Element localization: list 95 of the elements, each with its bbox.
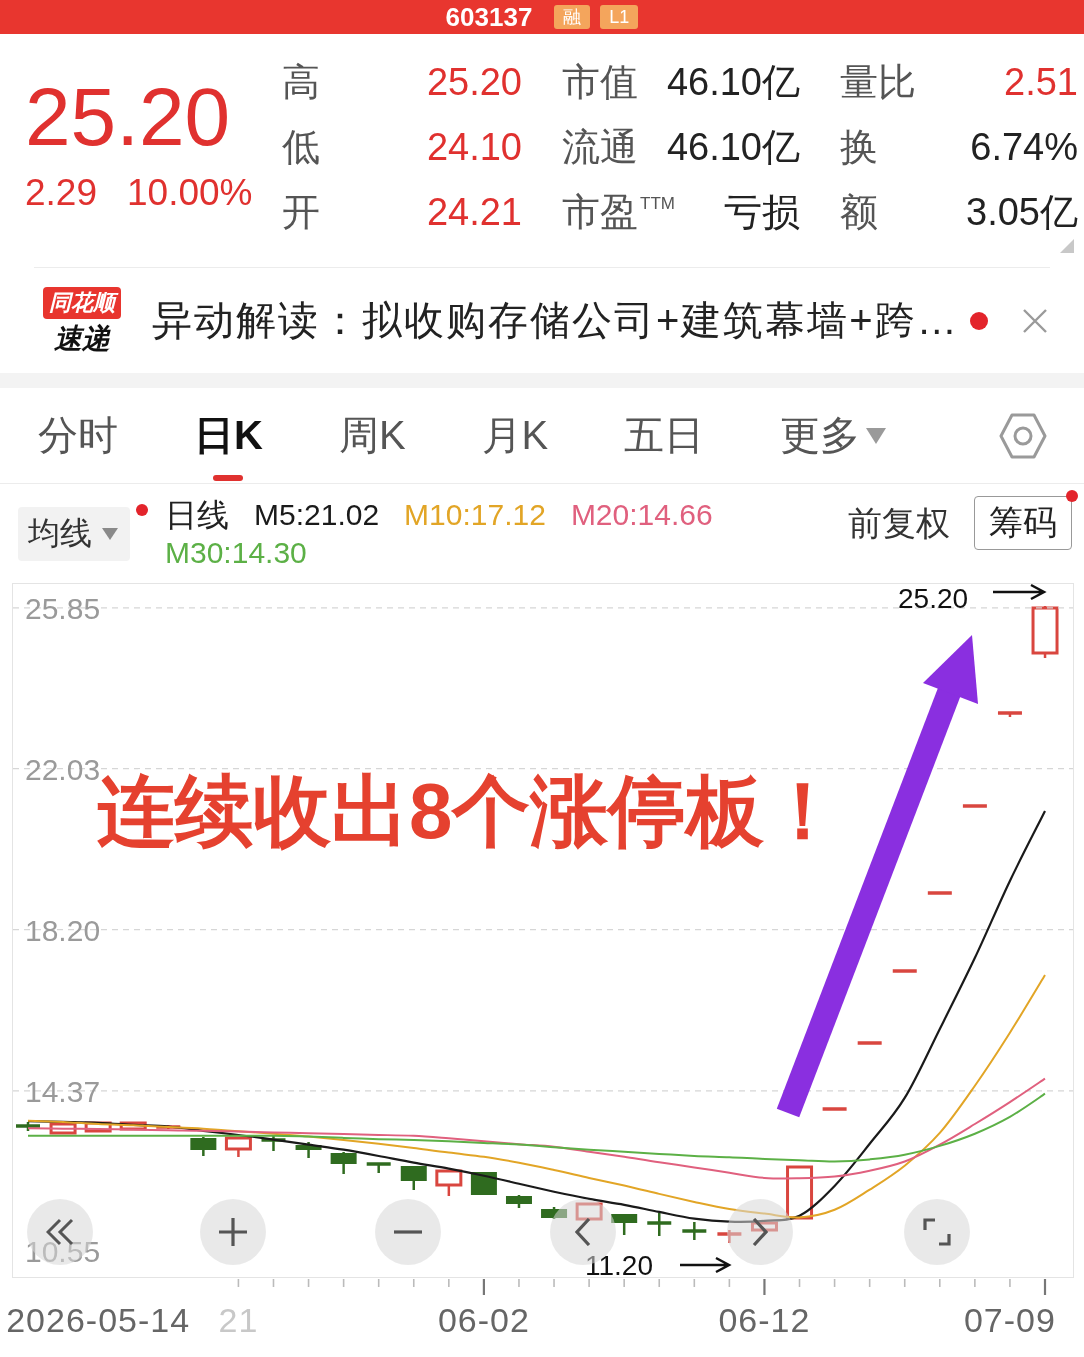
high-price-label: 25.20 — [898, 583, 969, 614]
candle — [962, 804, 987, 808]
candle — [190, 1137, 217, 1156]
chevron-left-icon — [575, 1218, 591, 1246]
moving-average-value: M5:21.02 — [254, 497, 380, 533]
caret-icon — [866, 427, 887, 444]
candle — [541, 1207, 568, 1219]
status-tag: L1 — [600, 5, 639, 29]
stat-value: 6.74% — [970, 126, 1078, 169]
brand-tag: 同花顺 — [43, 286, 121, 319]
stat-value: 24.10 — [426, 126, 522, 169]
low-price-label: 11.20 — [585, 1250, 653, 1281]
stat-label: 低 — [282, 125, 320, 170]
candle — [261, 1135, 286, 1151]
status-tag: 融 — [554, 5, 591, 29]
candle — [49, 1122, 77, 1135]
moving-average-value: M20:14.66 — [570, 497, 713, 533]
candle — [400, 1166, 427, 1190]
axis-label: 22.03 — [25, 752, 101, 786]
stat-label: 高 — [282, 60, 320, 105]
candle — [927, 891, 952, 895]
stat-value: 25.20 — [426, 61, 522, 104]
date-label: 2026-05-14 — [6, 1301, 191, 1339]
candle — [857, 1041, 882, 1045]
candle — [717, 1230, 742, 1243]
close-icon[interactable] — [1022, 307, 1048, 334]
tab[interactable]: 周K — [338, 388, 406, 483]
feed-label: 速递 — [54, 322, 110, 355]
candle — [682, 1222, 707, 1240]
axis-label: 25.85 — [25, 591, 101, 625]
candle — [611, 1214, 638, 1235]
period-label: 日线 — [165, 496, 229, 534]
price-change: 2.29 — [25, 171, 97, 215]
stat-value: 3.05亿 — [966, 190, 1078, 235]
chips-button[interactable]: 筹码 — [974, 496, 1072, 550]
percent-change: 10.00% — [127, 171, 253, 215]
stat-label: 开 — [282, 190, 320, 235]
stat-label: 换 — [840, 125, 878, 170]
axis-label: 18.20 — [25, 913, 101, 947]
candle — [786, 1165, 814, 1220]
candle — [892, 969, 917, 973]
settings-icon[interactable] — [999, 411, 1047, 460]
candle — [366, 1162, 391, 1173]
stat-value: 46.10亿 — [666, 125, 800, 170]
stat-value: 亏损 — [724, 190, 800, 235]
date-label: 06-12 — [718, 1301, 811, 1339]
candle — [1031, 606, 1059, 658]
next-button[interactable] — [727, 1199, 793, 1265]
axis-label: 10.55 — [25, 1235, 101, 1269]
stat-value: 2.51 — [1004, 61, 1078, 104]
news-headline[interactable]: 异动解读：拟收购存储公司+建筑幕墙+跨… — [152, 293, 959, 348]
candle — [506, 1195, 532, 1208]
candle — [224, 1136, 252, 1157]
caret-icon — [102, 528, 118, 540]
date-label: 07-09 — [963, 1301, 1056, 1339]
tab[interactable]: 更多 — [780, 388, 887, 483]
stat-label: 市盈$^{TTM}$ — [562, 190, 675, 235]
tab[interactable]: 分时 — [38, 388, 118, 483]
moving-average-value: M10:17.12 — [404, 497, 546, 533]
tab[interactable]: 月K — [481, 388, 549, 483]
date-label: 06-02 — [437, 1301, 530, 1339]
candle — [119, 1121, 147, 1131]
candle — [156, 1125, 181, 1129]
stat-label: 量比 — [840, 60, 916, 105]
moving-average-value: M30:14.30 — [165, 535, 307, 571]
indicator-selector[interactable]: 均线 — [18, 507, 130, 561]
candle — [435, 1169, 463, 1196]
candle — [750, 1221, 778, 1234]
candle — [822, 1107, 847, 1111]
candle — [575, 1202, 603, 1221]
candle — [470, 1172, 497, 1195]
candle — [84, 1121, 112, 1133]
axis-label: 14.37 — [25, 1074, 101, 1108]
stat-label: 市值 — [562, 60, 638, 105]
tab[interactable]: 五日 — [624, 388, 705, 483]
last-price: 25.20 — [25, 72, 232, 162]
triangle-icon[interactable] — [1060, 239, 1074, 253]
candle — [16, 1122, 40, 1131]
corner-brackets-icon — [923, 1218, 951, 1246]
stock-code: 603137 — [445, 1, 533, 33]
candle — [330, 1152, 357, 1174]
stat-value: 46.10亿 — [666, 60, 800, 105]
stat-label: 额 — [840, 190, 878, 235]
adjustment-label[interactable]: 前复权 — [848, 496, 950, 550]
chevron-right-icon — [752, 1218, 768, 1246]
pointer-arrow — [991, 583, 1047, 601]
candle — [647, 1213, 672, 1236]
minus-icon — [394, 1230, 422, 1234]
candle — [997, 711, 1022, 717]
stat-value: 24.21 — [426, 191, 522, 234]
plus-icon — [219, 1218, 247, 1246]
tab[interactable]: 日K — [194, 388, 263, 483]
pointer-arrow — [678, 1256, 732, 1274]
stat-label: 流通 — [562, 125, 638, 170]
candle — [295, 1142, 322, 1158]
